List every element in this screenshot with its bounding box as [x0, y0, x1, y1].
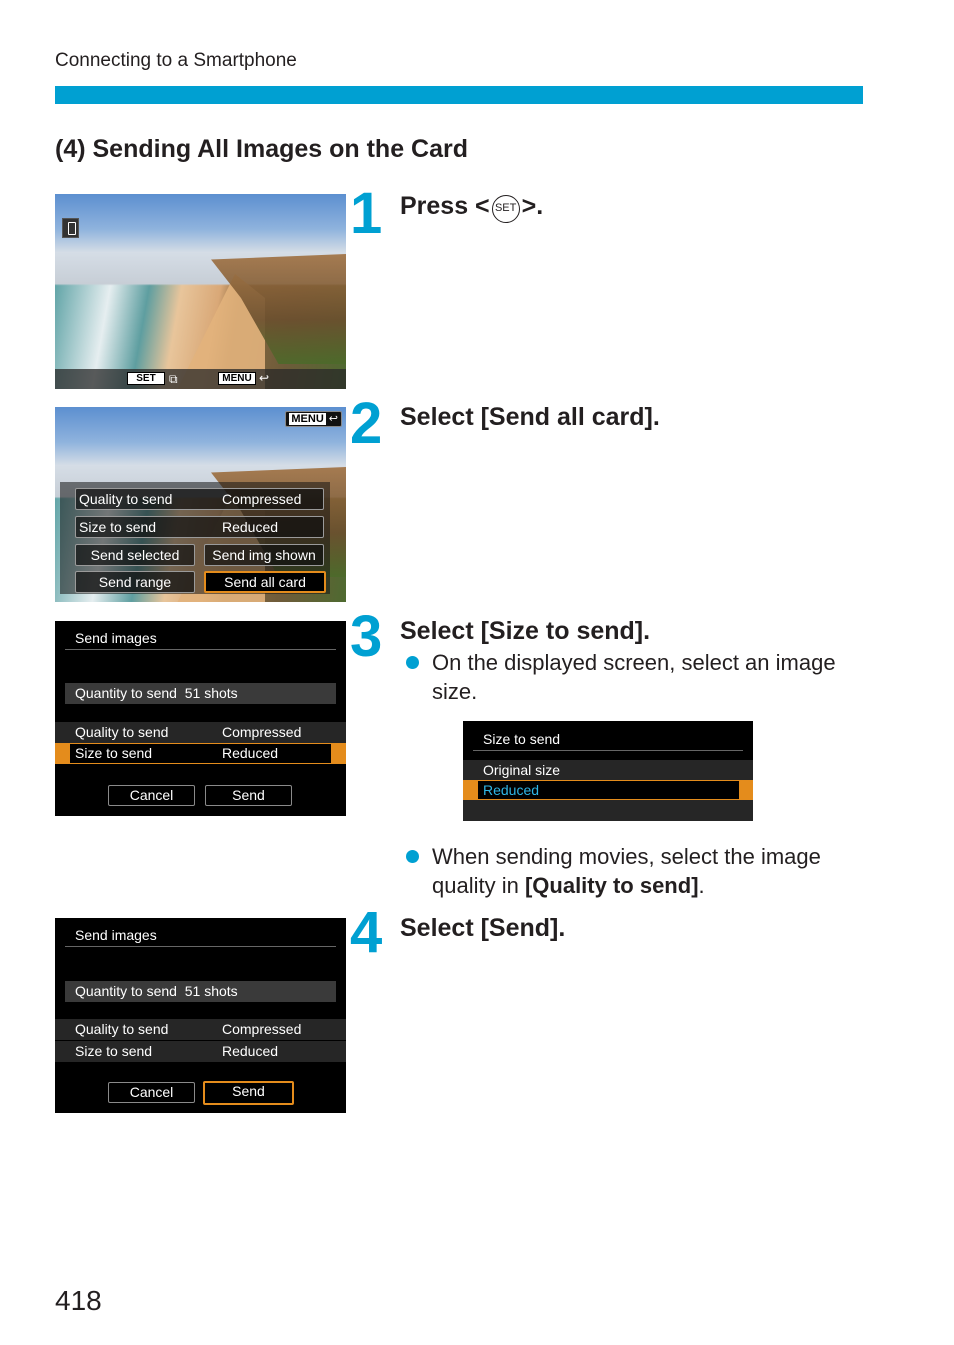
- quantity-value: 51 shots: [184, 685, 238, 701]
- step-number-2: 2: [350, 391, 382, 456]
- bullet-dot-icon: [406, 656, 419, 669]
- quantity-to-send-row: Quantity to send 51 shots: [65, 981, 336, 1002]
- bullet-text-suffix: .: [698, 873, 705, 898]
- cancel-button[interactable]: Cancel: [108, 1082, 195, 1103]
- back-icon: ↩: [259, 371, 270, 385]
- empty-row: [463, 800, 753, 821]
- screen-title: Size to send: [483, 731, 561, 747]
- quality-to-send-row[interactable]: Quality to send Compressed: [55, 1019, 346, 1040]
- row-value: Reduced: [222, 745, 279, 761]
- title-divider: [65, 649, 336, 650]
- set-key-icon: SET: [127, 372, 165, 385]
- camera-screen-playback: SET ⧉ MENU ↩: [55, 194, 346, 389]
- bullet-dot-icon: [406, 850, 419, 863]
- send-button-selected[interactable]: Send: [203, 1081, 294, 1105]
- screen-title: Send images: [75, 927, 157, 943]
- step-number-4: 4: [350, 900, 382, 965]
- send-all-card-button[interactable]: Send all card: [204, 571, 326, 593]
- quantity-value: 51 shots: [184, 983, 238, 999]
- row-label: Size to send: [75, 1043, 153, 1059]
- send-icon: ⧉: [169, 372, 178, 386]
- menu-back-button[interactable]: MENU ↩: [285, 411, 342, 427]
- option-label: Original size: [483, 762, 561, 778]
- row-value: Reduced: [222, 519, 279, 535]
- camera-screen-send-images-final: Send images Quantity to send 51 shots Qu…: [55, 918, 346, 1113]
- title-divider: [473, 750, 743, 751]
- send-selected-button[interactable]: Send selected: [75, 544, 195, 566]
- step-4-title: Select [Send].: [400, 914, 566, 942]
- step-1-title: Press < SET >.: [400, 192, 543, 223]
- set-button-icon: SET: [491, 195, 520, 223]
- step-1-text-suffix: >.: [521, 192, 544, 220]
- size-to-send-row[interactable]: Size to send Reduced: [75, 516, 324, 538]
- playback-bottom-bar: SET ⧉ MENU ↩: [55, 369, 346, 389]
- option-reduced-selected[interactable]: Reduced: [463, 780, 753, 800]
- menu-key-icon: MENU: [218, 372, 256, 385]
- title-divider: [65, 946, 336, 947]
- row-label: Quality to send: [75, 724, 169, 740]
- row-label: Size to send: [75, 745, 153, 761]
- page-number: 418: [55, 1285, 102, 1316]
- running-head: Connecting to a Smartphone: [55, 50, 297, 71]
- menu-key-label: MENU: [289, 413, 326, 425]
- smartphone-icon: [62, 218, 79, 238]
- option-label: Reduced: [483, 782, 540, 798]
- size-to-send-row[interactable]: Size to send Reduced: [55, 1041, 346, 1062]
- row-value: Compressed: [222, 1021, 302, 1037]
- send-button[interactable]: Send: [205, 785, 292, 806]
- step-number-1: 1: [350, 181, 382, 246]
- step-2-title: Select [Send all card].: [400, 403, 660, 431]
- bullet-movie-quality: When sending movies, select the image qu…: [400, 842, 870, 900]
- section-title: (4) Sending All Images on the Card: [55, 135, 469, 163]
- screen-title: Send images: [75, 630, 157, 646]
- camera-screen-send-options: MENU ↩ Quality to send Compressed Size to…: [55, 407, 346, 602]
- header-accent-bar: [55, 86, 863, 104]
- step-number-3: 3: [350, 604, 382, 669]
- row-label: Size to send: [79, 519, 157, 535]
- quantity-to-send-row: Quantity to send 51 shots: [65, 683, 336, 704]
- bullet-text: On the displayed screen, select an image…: [432, 650, 836, 704]
- quality-to-send-row[interactable]: Quality to send Compressed: [55, 722, 346, 743]
- camera-screen-size-to-send: Size to send Original size Reduced: [463, 721, 753, 821]
- camera-screen-send-images: Send images Quantity to send 51 shots Qu…: [55, 621, 346, 816]
- cancel-button[interactable]: Cancel: [108, 785, 195, 806]
- send-range-button[interactable]: Send range: [75, 571, 195, 593]
- step-1-text-prefix: Press <: [400, 192, 490, 220]
- row-label: Quality to send: [75, 1021, 169, 1037]
- bullet-bold-text: [Quality to send]: [524, 873, 699, 898]
- quantity-label: Quantity to send: [75, 983, 177, 999]
- option-original-size[interactable]: Original size: [463, 760, 753, 780]
- back-icon: ↩: [328, 413, 338, 425]
- send-img-shown-button[interactable]: Send img shown: [204, 544, 324, 566]
- step-3-title: Select [Size to send].: [400, 617, 651, 645]
- row-value: Reduced: [222, 1043, 279, 1059]
- bullet-select-size: On the displayed screen, select an image…: [400, 648, 840, 706]
- row-value: Compressed: [222, 491, 302, 507]
- quantity-label: Quantity to send: [75, 685, 177, 701]
- row-label: Quality to send: [79, 491, 173, 507]
- quality-to-send-row[interactable]: Quality to send Compressed: [75, 488, 324, 510]
- size-to-send-row-selected[interactable]: Size to send Reduced: [55, 743, 346, 764]
- row-value: Compressed: [222, 724, 302, 740]
